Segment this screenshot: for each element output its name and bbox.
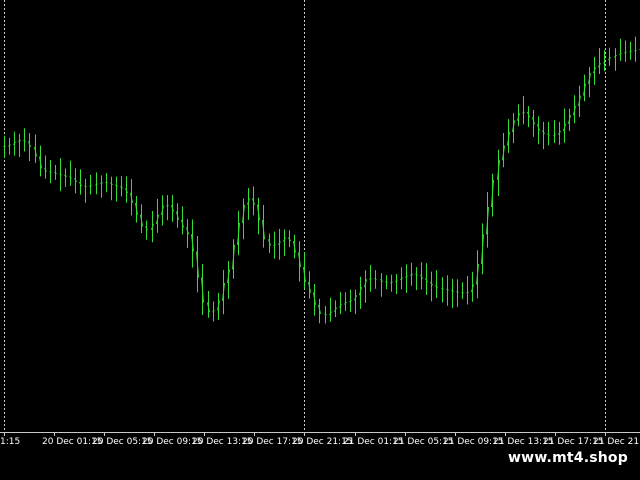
chart-background [0,0,640,480]
x-tick-label-0: 1:15 [0,437,20,447]
watermark-text: www.mt4.shop [496,446,640,470]
price-chart[interactable]: 1:15 20 Dec 01:1520 Dec 05:1520 Dec 09:15… [0,0,640,480]
